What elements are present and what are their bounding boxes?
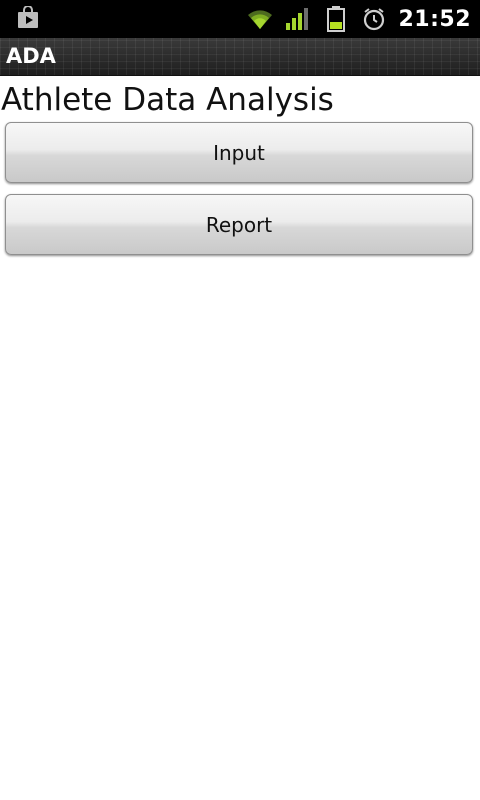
input-button[interactable]: Input xyxy=(5,122,473,183)
input-button-label: Input xyxy=(213,140,265,165)
app-title: ADA xyxy=(6,44,56,68)
store-bag-icon xyxy=(16,5,40,30)
app-title-bar: ADA xyxy=(0,38,480,76)
report-button[interactable]: Report xyxy=(5,194,473,255)
signal-icon xyxy=(284,5,312,33)
page-heading: Athlete Data Analysis xyxy=(1,82,334,118)
report-button-label: Report xyxy=(205,212,273,237)
status-icons: 21:52 xyxy=(236,0,480,38)
alarm-icon xyxy=(360,5,388,33)
status-time: 21:52 xyxy=(398,6,471,32)
battery-icon xyxy=(322,5,350,33)
wifi-icon xyxy=(246,5,274,33)
status-bar: 21:52 xyxy=(0,0,480,38)
